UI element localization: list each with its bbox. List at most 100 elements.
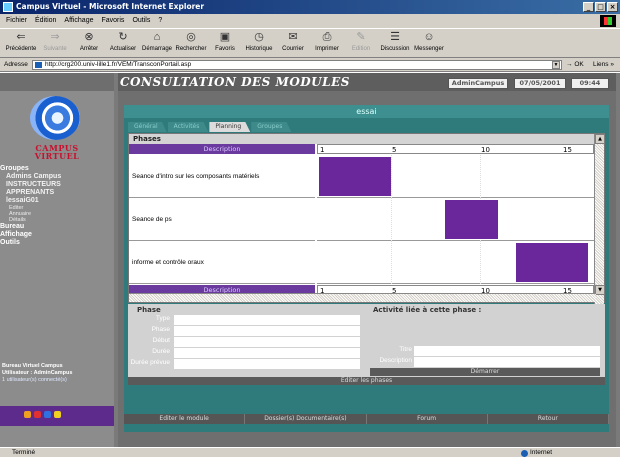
grid-line [391, 155, 392, 198]
maximize-button[interactable]: □ [595, 2, 606, 12]
user-badge: AdminCampus [448, 78, 508, 89]
address-input[interactable]: http://crg200.univ-lille1.fr/VEM/Transco… [32, 60, 562, 70]
go-button[interactable]: → OK [566, 58, 584, 72]
links-button[interactable]: Liens » [593, 58, 614, 72]
status-title: Bureau Virtuel Campus [2, 363, 63, 369]
back-button[interactable]: ⇐ Précédente [4, 29, 38, 57]
tab-gnral[interactable]: Général [128, 122, 167, 132]
phase-row-track [317, 155, 594, 198]
favorites-button[interactable]: ▣ Favoris [208, 29, 242, 57]
scroll-up-icon[interactable]: ▲ [595, 134, 605, 144]
activity-title-label: Titre [399, 346, 412, 353]
scale-tick-label: 1 [320, 146, 325, 154]
page-content: CAMPUS VIRTUEL Groupes Admins Campus INSTR… [0, 73, 620, 447]
sidebar-nav: Groupes Admins Campus INSTRUCTEURS APPRENAN… [0, 165, 114, 247]
tool-icon-2[interactable] [34, 411, 41, 418]
window-controls: _ □ × [583, 2, 618, 12]
browser-toolbar: ⇐ Précédente ⇒ Suivante ⊗ Arrêter ↻ Actualiser ⌂… [0, 28, 620, 58]
module-tabs: Général Activités Planning Groupes [128, 122, 292, 132]
tool-icon-3[interactable] [44, 411, 51, 418]
sidebar-item-lessaig01[interactable]: lessaiG01 [0, 197, 114, 205]
messenger-button[interactable]: ☺ Messenger [412, 29, 446, 57]
sidebar-item-apprenants[interactable]: APPRENANTS [0, 189, 114, 197]
search-icon: ◎ [186, 31, 196, 43]
sidebar-icon-bar [0, 406, 114, 426]
forward-button[interactable]: ⇒ Suivante [38, 29, 72, 57]
edit-button[interactable]: ✎ Edition [344, 29, 378, 57]
address-dropdown-icon[interactable]: ▼ [552, 61, 560, 69]
search-button[interactable]: ◎ Rechercher [174, 29, 208, 57]
refresh-button[interactable]: ↻ Actualiser [106, 29, 140, 57]
sidebar-item-instructeurs[interactable]: INSTRUCTEURS [0, 181, 114, 189]
toolbar-label: Démarrage [141, 46, 172, 52]
planning-frame: Phases Description 1 5 10 15 Seance d'intro… [128, 133, 605, 304]
phase-row-description[interactable]: Seance d'intro sur les composants matéri… [129, 155, 315, 198]
timeline-scale-top: 1 5 10 15 [317, 144, 594, 154]
status-text: Terminé [12, 449, 36, 456]
address-bar: Adresse http://crg200.univ-lille1.fr/VEM… [0, 58, 620, 72]
grid-line [480, 241, 481, 284]
footer-button-2[interactable]: Dossier(s) Documentaire(s) [245, 414, 367, 424]
ie-app-icon [3, 2, 13, 12]
phase-field-type[interactable] [174, 315, 360, 325]
tool-icon-4[interactable] [54, 411, 61, 418]
phase-bar[interactable] [319, 157, 391, 196]
toolbar-label: Messenger [414, 46, 444, 52]
stop-button[interactable]: ⊗ Arrêter [72, 29, 106, 57]
footer-button-3[interactable]: Forum [367, 414, 488, 424]
toolbar-label: Edition [351, 46, 371, 52]
history-button[interactable]: ◷ Historique [242, 29, 276, 57]
toolbar-label: Courrier [282, 46, 304, 52]
sidebar-item-bureau[interactable]: Bureau [0, 223, 114, 231]
main-content: CONSULTATION DES MODULES AdminCampus 07/… [118, 73, 616, 447]
activity-title-field[interactable] [414, 346, 600, 356]
sidebar-cap [0, 73, 114, 91]
mail-button[interactable]: ✉ Courrier [276, 29, 310, 57]
toolbar-label: Discussion [380, 46, 410, 52]
toolbar-label: Suivante [43, 46, 67, 52]
minimize-button[interactable]: _ [583, 2, 594, 12]
sidebar-item-admins-campus[interactable]: Admins Campus [0, 173, 114, 181]
footer-button-1[interactable]: Editer le module [124, 414, 246, 424]
status-connected[interactable]: 1 utilisateur(s) connecté(s) [2, 377, 114, 384]
footer-button-4[interactable]: Retour [488, 414, 609, 424]
tab-activits[interactable]: Activités [167, 122, 209, 132]
phase-field-d-but[interactable] [174, 337, 360, 347]
menu-file[interactable]: Fichier [6, 14, 27, 28]
phase-bar[interactable] [516, 243, 588, 282]
sidebar-item-affichage[interactable]: Affichage [0, 231, 114, 239]
start-button[interactable]: Démarrer [370, 368, 600, 376]
phase-field-dur-e-pr-vue[interactable] [174, 359, 360, 369]
home-button[interactable]: ⌂ Démarrage [140, 29, 174, 57]
phase-field-dur-e[interactable] [174, 348, 360, 358]
phase-bar[interactable] [445, 200, 498, 239]
windows-logo-icon [600, 15, 616, 27]
toolbar-label: Actualiser [109, 46, 137, 52]
menu-help[interactable]: ? [158, 14, 162, 28]
close-button[interactable]: × [607, 2, 618, 12]
window-titlebar: Campus Virtuel - Microsoft Internet Expl… [0, 0, 620, 14]
menu-view[interactable]: Affichage [64, 14, 93, 28]
sidebar: CAMPUS VIRTUEL Groupes Admins Campus INSTR… [0, 73, 114, 447]
zone-text: Internet [530, 449, 553, 456]
tab-planning[interactable]: Planning [209, 122, 251, 132]
menu-edit[interactable]: Édition [35, 14, 56, 28]
vertical-scrollbar[interactable]: ▲ ▼ [594, 134, 605, 304]
tool-icon-1[interactable] [24, 411, 31, 418]
print-button[interactable]: ⎙ Imprimer [310, 29, 344, 57]
phase-row-description[interactable]: Seance de ps [129, 198, 315, 241]
scroll-down-icon[interactable]: ▼ [595, 285, 605, 295]
edit-phases-button[interactable]: Editer les phases [128, 377, 605, 385]
phase-field-phase[interactable] [174, 326, 360, 336]
tab-groupes[interactable]: Groupes [251, 122, 292, 132]
menu-tools[interactable]: Outils [132, 14, 150, 28]
menu-favorites[interactable]: Favoris [101, 14, 124, 28]
discussion-button[interactable]: ☰ Discussion [378, 29, 412, 57]
activity-description-field[interactable] [414, 357, 600, 367]
scale-tick-label: 15 [563, 146, 572, 154]
sidebar-item-groupes[interactable]: Groupes [0, 165, 114, 173]
sidebar-item-outils[interactable]: Outils [0, 239, 114, 247]
print-icon: ⎙ [322, 31, 332, 43]
horizontal-scrollbar[interactable] [129, 293, 596, 302]
phase-row-description[interactable]: informe et contrôle oraux [129, 241, 315, 284]
